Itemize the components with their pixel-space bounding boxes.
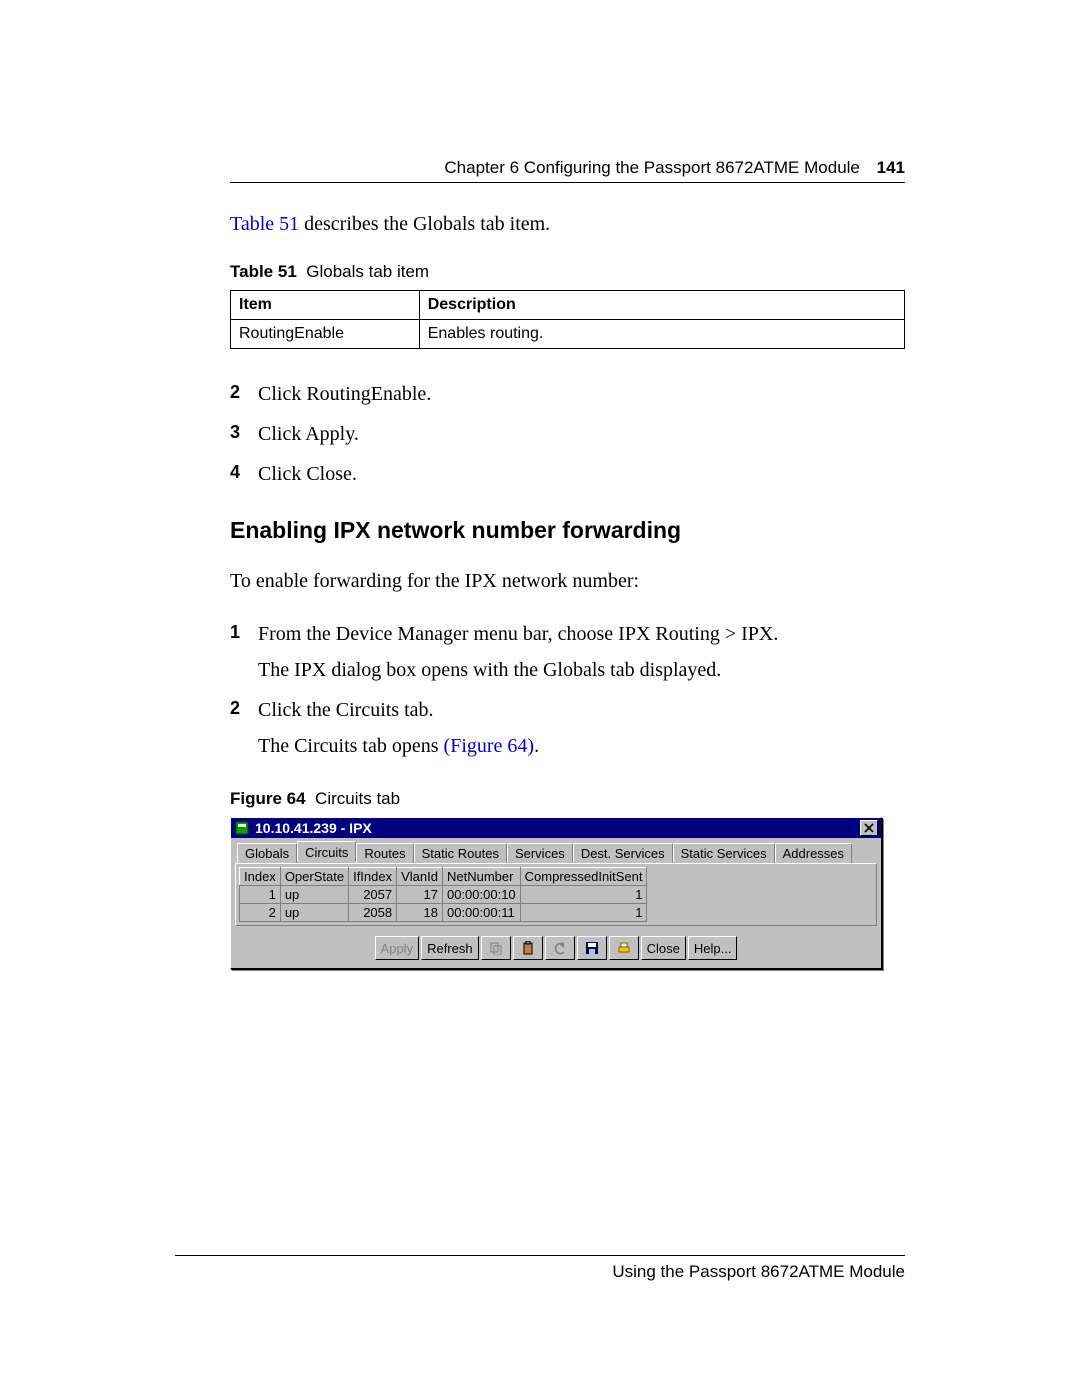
table51-header-desc: Description (419, 291, 904, 320)
tab-circuits[interactable]: Circuits (297, 841, 356, 862)
tab-dest-services[interactable]: Dest. Services (573, 843, 673, 864)
tab-routes[interactable]: Routes (356, 843, 413, 864)
tab-services[interactable]: Services (507, 843, 573, 864)
apply-button[interactable]: Apply (375, 936, 420, 960)
table-ref-link[interactable]: Table 51 (230, 213, 299, 235)
step-item: 1 From the Device Manager menu bar, choo… (230, 619, 905, 685)
save-icon[interactable] (577, 936, 607, 960)
close-button-bottom[interactable]: Close (641, 936, 686, 960)
table-row[interactable]: 2 up 2058 18 00:00:00:11 1 (240, 904, 647, 922)
ipx-dialog: 10.10.41.239 - IPX Globals Circuits Rout… (230, 817, 882, 969)
steps-list-a: 2 Click RoutingEnable. 3 Click Apply. 4 … (230, 379, 905, 489)
tab-globals[interactable]: Globals (237, 843, 297, 864)
section-heading: Enabling IPX network number forwarding (230, 517, 905, 544)
step-item: 2 Click the Circuits tab. The Circuits t… (230, 695, 905, 761)
tab-strip: Globals Circuits Routes Static Routes Se… (235, 842, 877, 863)
copy-icon[interactable] (481, 936, 511, 960)
section-intro: To enable forwarding for the IPX network… (230, 568, 905, 595)
steps-list-b: 1 From the Device Manager menu bar, choo… (230, 619, 905, 761)
table51-cell-item: RoutingEnable (231, 320, 420, 349)
app-icon (234, 820, 250, 836)
step-item: 4 Click Close. (230, 459, 905, 489)
tab-panel: Index OperState IfIndex VlanId NetNumber… (235, 863, 877, 926)
intro-paragraph: Table 51 describes the Globals tab item. (230, 211, 905, 238)
button-row: Apply Refresh (235, 936, 877, 960)
figure-ref-link[interactable]: (Figure 64) (444, 735, 535, 757)
running-header: Chapter 6 Configuring the Passport 8672A… (230, 158, 905, 183)
circuits-grid[interactable]: Index OperState IfIndex VlanId NetNumber… (239, 867, 647, 922)
help-button[interactable]: Help... (688, 936, 738, 960)
tab-static-services[interactable]: Static Services (673, 843, 775, 864)
tab-addresses[interactable]: Addresses (775, 843, 852, 864)
step-item: 2 Click RoutingEnable. (230, 379, 905, 409)
table51: Item Description RoutingEnable Enables r… (230, 290, 905, 349)
table51-cell-desc: Enables routing. (419, 320, 904, 349)
undo-icon[interactable] (545, 936, 575, 960)
chapter-title: Chapter 6 Configuring the Passport 8672A… (444, 158, 859, 177)
table-header-row: Index OperState IfIndex VlanId NetNumber… (240, 868, 647, 886)
footer: Using the Passport 8672ATME Module (175, 1255, 905, 1282)
table-row[interactable]: 1 up 2057 17 00:00:00:10 1 (240, 886, 647, 904)
page-number: 141 (877, 158, 905, 177)
print-icon[interactable] (609, 936, 639, 960)
tab-static-routes[interactable]: Static Routes (414, 843, 507, 864)
paste-icon[interactable] (513, 936, 543, 960)
table51-header-item: Item (231, 291, 420, 320)
step-item: 3 Click Apply. (230, 419, 905, 449)
dialog-title: 10.10.41.239 - IPX (255, 820, 860, 836)
close-button[interactable] (860, 820, 878, 836)
figure64-caption: Figure 64 Circuits tab (230, 789, 905, 809)
dialog-titlebar[interactable]: 10.10.41.239 - IPX (231, 818, 881, 838)
refresh-button[interactable]: Refresh (421, 936, 479, 960)
table51-caption: Table 51 Globals tab item (230, 262, 905, 282)
